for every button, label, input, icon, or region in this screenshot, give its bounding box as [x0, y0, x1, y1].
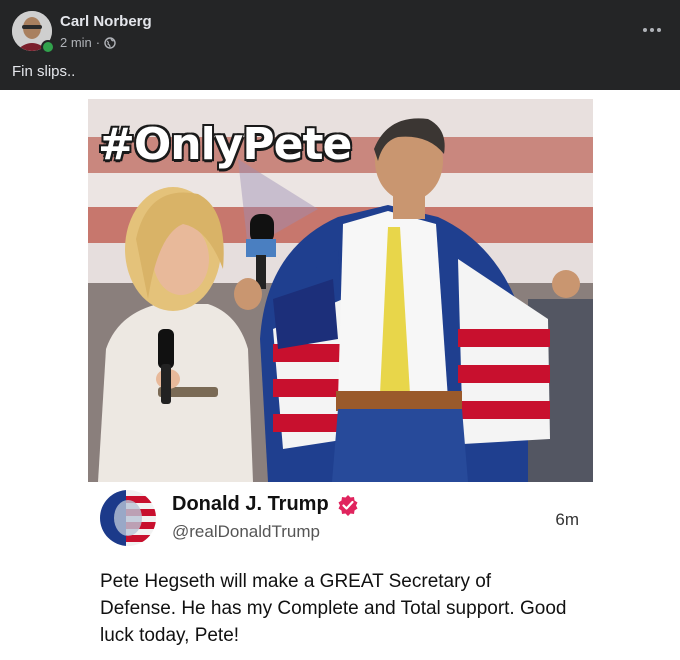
tweet-avatar [100, 490, 156, 546]
post-timestamp[interactable]: 2 min [60, 35, 92, 50]
post-text: Fin slips.. [12, 63, 76, 80]
meme-hashtag: #OnlyPete [98, 119, 352, 170]
online-status-dot [41, 40, 55, 54]
tweet-author-name: Donald J. Trump [172, 493, 359, 516]
tweet-handle: @realDonaldTrump [172, 522, 320, 541]
author-name[interactable]: Carl Norberg [60, 13, 152, 30]
post-image[interactable]: #OnlyPete [88, 99, 593, 482]
verified-badge-icon [337, 494, 359, 516]
tweet-timestamp: 6m [555, 510, 579, 529]
embedded-tweet: Donald J. Trump @realDonaldTrump 6m Pete… [88, 482, 593, 660]
more-horizontal-icon [643, 28, 647, 32]
meta-separator: · [95, 35, 101, 50]
more-options-button[interactable] [638, 16, 666, 44]
globe-icon[interactable] [104, 36, 116, 49]
post-meta: 2 min · [60, 35, 116, 50]
tweet-body: Pete Hegseth will make a GREAT Secretary… [100, 571, 567, 646]
tweet-author-name-text: Donald J. Trump [172, 493, 329, 515]
post-header: Carl Norberg 2 min · Fin slips.. [0, 0, 680, 90]
